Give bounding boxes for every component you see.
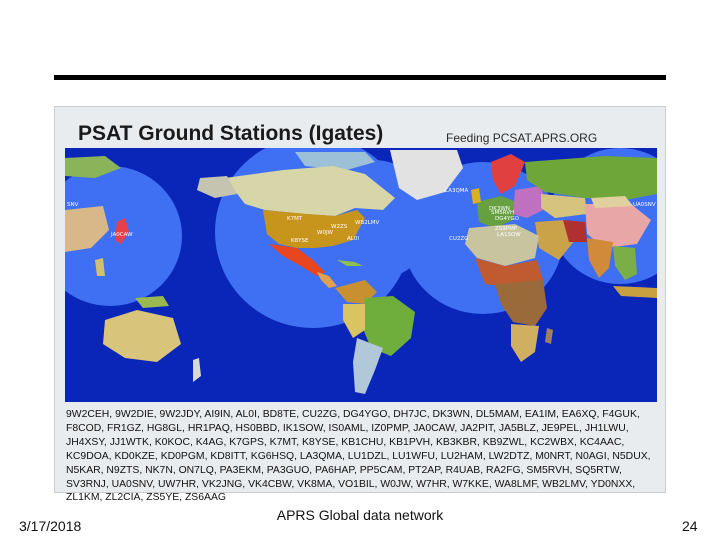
- callsign-list: 9W2CEH, 9W2DIE, 9W2JDY, AI9IN, AL0I, BD8…: [66, 409, 651, 504]
- station-label: K7MT: [287, 216, 303, 222]
- station-label: AL0I: [347, 236, 359, 242]
- station-label: SM5RVH: [491, 210, 514, 216]
- station-label: K8YSE: [291, 238, 309, 244]
- title-rule: [54, 75, 666, 80]
- station-label: SNV: [67, 202, 79, 208]
- station-label: UA0SNV: [633, 202, 656, 208]
- station-label: CU2ZG: [449, 236, 468, 242]
- station-label: W2ZS: [331, 224, 348, 230]
- station-label: LA1SOW: [497, 232, 521, 238]
- slide-caption: APRS Global data network: [276, 507, 444, 523]
- world-map: SNV JA0CAW K7MT W2ZS WB2LMV W0JW K8YSE A…: [65, 148, 657, 402]
- map-subtitle: Feeding PCSAT.APRS.ORG: [446, 131, 598, 145]
- station-label: JA0CAW: [110, 232, 133, 238]
- slide-page-number: 24: [682, 518, 698, 534]
- station-label: LA3QMA: [445, 188, 469, 194]
- station-label: WB2LMV: [355, 220, 380, 226]
- station-label: W0JW: [317, 230, 334, 236]
- map-title: PSAT Ground Stations (Igates): [78, 122, 384, 145]
- station-label: DG4YGO: [495, 216, 520, 222]
